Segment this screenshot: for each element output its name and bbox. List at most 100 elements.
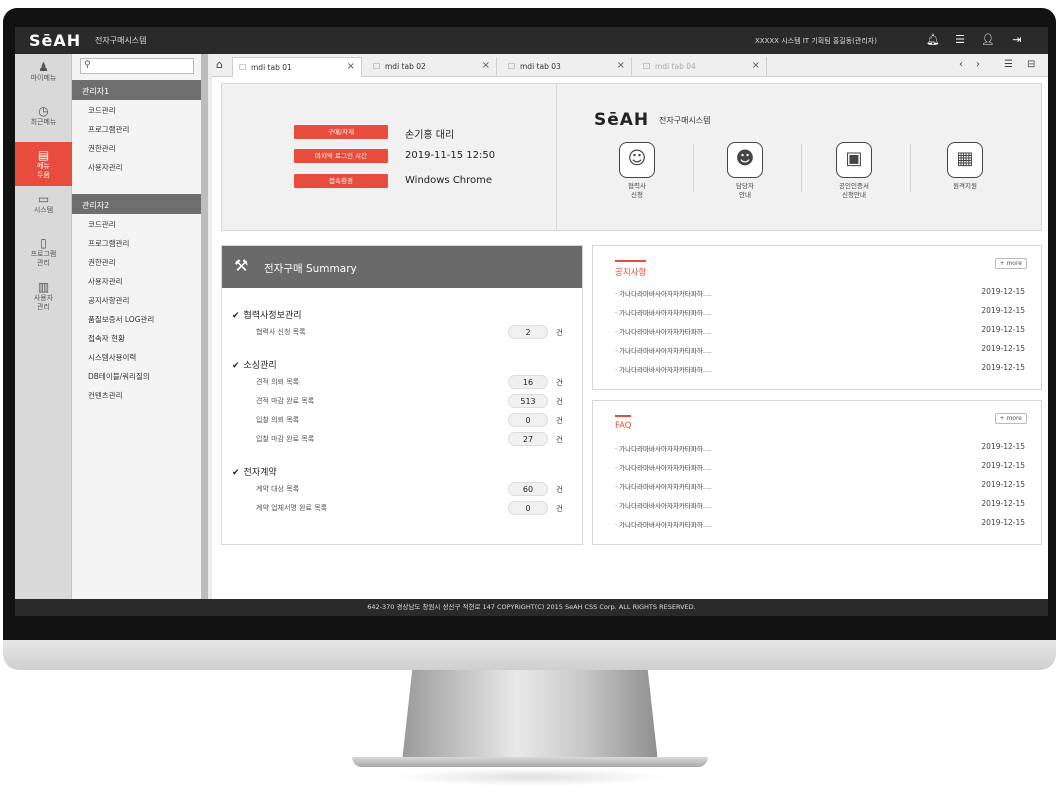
menu-item[interactable]: 권한관리 [72, 140, 202, 158]
service-agent[interactable]: ☻ 담당자 안내 [705, 142, 785, 200]
tab-label: mdi tab 01 [251, 63, 292, 72]
check-icon: ✔ [232, 361, 240, 371]
tab-mdi-3[interactable]: ☐ mdi tab 03 × [502, 57, 632, 77]
summary-unit: 건 [556, 378, 563, 387]
summary-row-label[interactable]: 견적 마감 완료 목록 [256, 396, 314, 406]
summary-unit: 건 [556, 435, 563, 444]
menu-item[interactable]: 코드관리 [72, 216, 202, 234]
rail-item-2[interactable]: ▤ 메뉴 두음 [15, 142, 72, 186]
footer: 642-370 경상남도 창원시 성산구 적현로 147 COPYRIGHT(C… [15, 599, 1048, 616]
summary-row-label[interactable]: 계약 업체서명 완료 목록 [256, 503, 327, 513]
tab-window-icon: ☐ [373, 62, 381, 71]
tab-mdi-4[interactable]: ☐ mdi tab 04 × [637, 57, 767, 77]
rail-item-1[interactable]: ◷ 최근메뉴 [15, 98, 72, 142]
rail-item-0[interactable]: ♟ 마이메뉴 [15, 54, 72, 98]
menu-item[interactable]: 프로그램관리 [72, 121, 202, 139]
service-divider [693, 144, 694, 192]
menu-item[interactable]: DB테이블/쿼리질의 [72, 368, 202, 386]
monitor-stand-neck [402, 670, 658, 762]
menu-item[interactable]: 권한관리 [72, 254, 202, 272]
rail-item-label: 사용자 관리 [33, 294, 54, 311]
close-icon[interactable]: × [752, 60, 760, 71]
summary-row-label[interactable]: 입찰 마감 완료 목록 [256, 434, 314, 444]
summary-count[interactable]: 27 [508, 432, 548, 446]
monitor-mockup: SēAH 전자구매시스템 XXXXX 시스템 IT 기획팀 홍길동(관리자) 🔔… [0, 0, 1059, 796]
summary-section-label: 협력사정보관리 [243, 311, 302, 321]
close-icon[interactable]: × [482, 60, 490, 71]
menu-group-admin1[interactable]: 관리자1 [72, 80, 202, 100]
monitor-shadow [392, 768, 668, 786]
tab-mdi-1[interactable]: ☐ mdi tab 01 × [232, 57, 362, 77]
logout-icon[interactable]: ⇥ [1010, 33, 1024, 47]
faq-date: 2019-12-15 [981, 480, 1025, 489]
notice-title[interactable]: 공지사항 [615, 260, 647, 278]
close-icon[interactable]: × [617, 60, 625, 71]
menu-item[interactable]: 접속자 현황 [72, 330, 202, 348]
menu-item[interactable]: 공지사항관리 [72, 292, 202, 310]
menu-item[interactable]: 코드관리 [72, 102, 202, 120]
hamburger-icon[interactable]: ☰ [953, 33, 967, 47]
rail-item-5[interactable]: ▥ 사용자 관리 [15, 274, 72, 318]
notice-more-button[interactable]: + more [994, 258, 1027, 269]
menu-item[interactable]: 컨텐츠관리 [72, 387, 202, 405]
info-divider [556, 84, 557, 230]
summary-panel: ⚒ 전자구매 Summary ✔ 협력사정보관리 협력사 신청 목록 2 건 ✔ 소싱관리 견… [221, 245, 583, 545]
search-input[interactable]: ⚲ [80, 58, 194, 74]
notice-item[interactable]: · 가나다라마바사아자차카타파하.... [615, 364, 711, 374]
rail-item-3[interactable]: ▭ 시스템 [15, 186, 72, 230]
summary-count[interactable]: 60 [508, 482, 548, 496]
tab-close-all-icon[interactable]: ⊟ [1027, 59, 1035, 70]
notice-item[interactable]: · 가나다라마바사아자차카타파하.... [615, 288, 711, 298]
menu-item[interactable]: 품질보증서 LOG관리 [72, 311, 202, 329]
bell-icon[interactable]: 🔔︎ [926, 33, 940, 47]
faq-date: 2019-12-15 [981, 518, 1025, 527]
summary-row-label[interactable]: 계약 대상 목록 [256, 484, 299, 494]
tab-mdi-2[interactable]: ☐ mdi tab 02 × [367, 57, 497, 77]
service-remote-support[interactable]: ▦ 원격지원 [925, 142, 1005, 191]
tab-next-icon[interactable]: › [976, 59, 980, 70]
faq-item[interactable]: · 가나다라마바사아자차카타파하.... [615, 519, 711, 529]
top-bar: SēAH 전자구매시스템 XXXXX 시스템 IT 기획팀 홍길동(관리자) 🔔… [15, 27, 1048, 54]
summary-section-label: 소싱관리 [243, 361, 277, 371]
app-title: 전자구매시스템 [95, 36, 147, 45]
notice-date: 2019-12-15 [981, 363, 1025, 372]
close-icon[interactable]: × [347, 61, 355, 72]
notice-date: 2019-12-15 [981, 306, 1025, 315]
menu-item[interactable]: 사용자관리 [72, 159, 202, 177]
summary-count[interactable]: 0 [508, 413, 548, 427]
service-worker[interactable]: ☺ 협력사 신청 [597, 142, 677, 200]
menu-item[interactable]: 시스템사용이력 [72, 349, 202, 367]
service-divider [801, 144, 802, 192]
notice-item[interactable]: · 가나다라마바사아자차카타파하.... [615, 345, 711, 355]
tab-list-icon[interactable]: ☰ [1004, 59, 1013, 70]
summary-unit: 건 [556, 504, 563, 513]
summary-count[interactable]: 513 [508, 394, 548, 408]
faq-more-button[interactable]: + more [994, 413, 1027, 424]
notice-item[interactable]: · 가나다라마바사아자차카타파하.... [615, 307, 711, 317]
app-logo[interactable]: SēAH [29, 31, 81, 50]
menu-scrollbar[interactable] [201, 54, 208, 599]
faq-item[interactable]: · 가나다라마바사아자차카타파하.... [615, 462, 711, 472]
summary-count[interactable]: 0 [508, 501, 548, 515]
notice-item[interactable]: · 가나다라마바사아자차카타파하.... [615, 326, 711, 336]
user-icon[interactable]: 👤︎ [981, 33, 995, 47]
menu-item[interactable]: 사용자관리 [72, 273, 202, 291]
service-certificate[interactable]: ▣ 공인인증서 신청안내 [814, 142, 894, 200]
purchase-value: 손기홍 대리 [405, 130, 455, 141]
summary-row-label[interactable]: 견적 의뢰 목록 [256, 377, 299, 387]
summary-row-label[interactable]: 입찰 의뢰 목록 [256, 415, 299, 425]
summary-row-label[interactable]: 협력사 신청 목록 [256, 327, 306, 337]
menu-group-admin2[interactable]: 관리자2 [72, 194, 202, 214]
menu-item[interactable]: 프로그램관리 [72, 235, 202, 253]
tab-prev-icon[interactable]: ‹ [959, 59, 963, 70]
tab-label: mdi tab 02 [385, 62, 426, 71]
home-icon[interactable]: ⌂ [216, 58, 223, 71]
faq-item[interactable]: · 가나다라마바사아자차카타파하.... [615, 443, 711, 453]
summary-count[interactable]: 16 [508, 375, 548, 389]
chart-icon: ▥ [37, 280, 50, 294]
faq-item[interactable]: · 가나다라마바사아자차카타파하.... [615, 481, 711, 491]
rail-item-4[interactable]: ▯ 프로그램 관리 [15, 230, 72, 274]
summary-count[interactable]: 2 [508, 325, 548, 339]
faq-title[interactable]: FAQ [615, 415, 632, 431]
faq-item[interactable]: · 가나다라마바사아자차카타파하.... [615, 500, 711, 510]
